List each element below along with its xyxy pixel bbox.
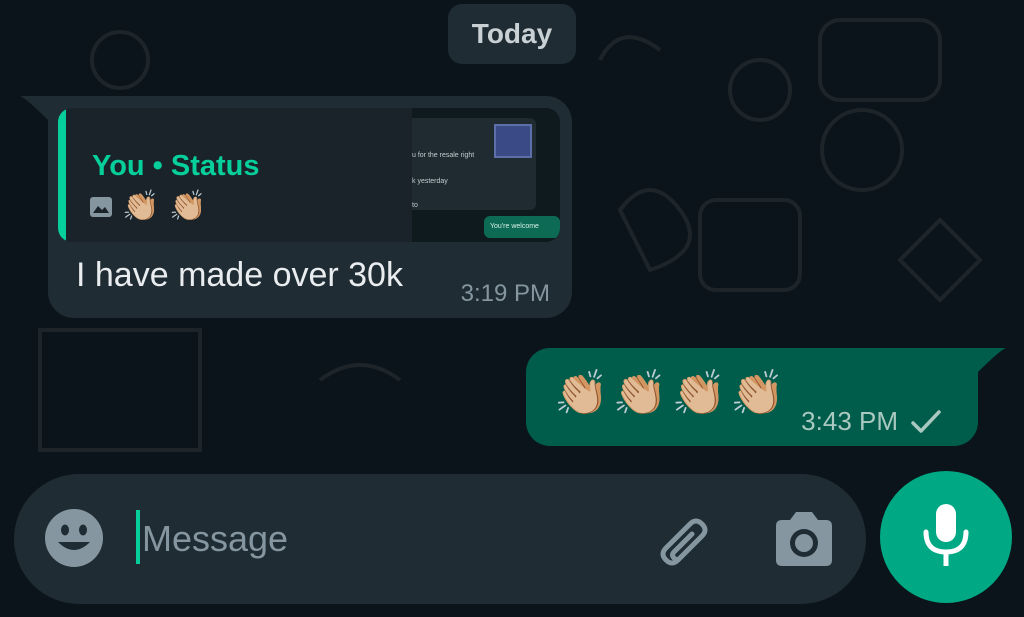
date-separator: Today bbox=[448, 4, 576, 64]
image-icon bbox=[90, 197, 112, 217]
outgoing-bubble-tail bbox=[976, 348, 1006, 374]
date-separator-label: Today bbox=[471, 18, 553, 49]
outgoing-message-time: 3:43 PM bbox=[801, 406, 898, 436]
thumbnail-picture bbox=[494, 124, 532, 158]
single-check-icon bbox=[911, 409, 941, 433]
incoming-bubble-tail bbox=[20, 96, 50, 122]
thumbnail-line-1: u for the resale right bbox=[412, 152, 475, 159]
quote-emoji-2: 👏🏼 bbox=[169, 190, 207, 223]
outgoing-message-emoji: 👏🏼👏🏼👏🏼👏🏼 bbox=[554, 369, 790, 418]
quoted-status-reply[interactable]: You • Status 👏🏼 👏🏼 u for the resale righ… bbox=[58, 108, 560, 242]
incoming-message-text: I have made over 30k bbox=[76, 256, 403, 294]
voice-message-button[interactable] bbox=[880, 471, 1012, 603]
camera-icon[interactable] bbox=[772, 510, 836, 568]
status-thumbnail[interactable]: u for the resale right k yesterday to Yo… bbox=[412, 108, 560, 242]
quote-accent-bar bbox=[58, 108, 66, 242]
outgoing-message-meta: 3:43 PM bbox=[801, 406, 942, 437]
quote-author: You • Status bbox=[92, 150, 260, 182]
thumbnail-line-2: k yesterday bbox=[412, 178, 448, 185]
thumbnail-reply-text: You're welcome bbox=[490, 223, 539, 230]
quote-content: 👏🏼 👏🏼 bbox=[90, 192, 207, 222]
thumbnail-reply: You're welcome bbox=[484, 216, 560, 238]
outgoing-message-bubble[interactable]: 👏🏼👏🏼👏🏼👏🏼 3:43 PM bbox=[526, 348, 978, 446]
message-composer bbox=[14, 474, 866, 604]
quote-emoji-1: 👏🏼 bbox=[122, 190, 160, 223]
incoming-message-bubble[interactable]: You • Status 👏🏼 👏🏼 u for the resale righ… bbox=[48, 96, 572, 318]
emoji-icon[interactable] bbox=[44, 508, 104, 568]
paperclip-icon[interactable] bbox=[646, 506, 712, 572]
thumbnail-card: u for the resale right k yesterday to bbox=[412, 118, 536, 210]
microphone-icon bbox=[923, 504, 969, 566]
message-input[interactable] bbox=[140, 510, 604, 568]
incoming-message-time: 3:19 PM bbox=[460, 280, 550, 307]
thumbnail-line-3: to bbox=[412, 202, 418, 209]
